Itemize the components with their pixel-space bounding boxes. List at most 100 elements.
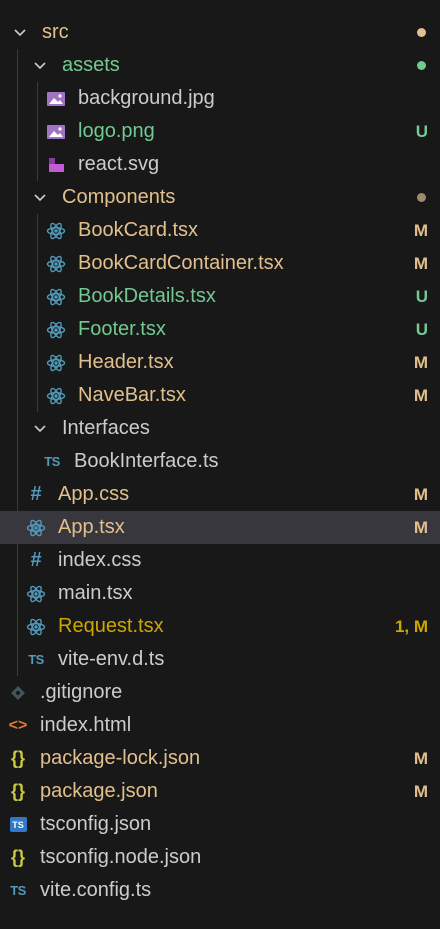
react-icon: [24, 615, 48, 639]
file-background-jpg[interactable]: background.jpg: [0, 82, 440, 115]
git-status-badge: M: [413, 352, 428, 372]
indent-guide: [17, 148, 18, 181]
file-index-html[interactable]: <> index.html: [0, 709, 440, 742]
file-react-svg[interactable]: react.svg: [0, 148, 440, 181]
folder-label: src: [42, 21, 69, 43]
indent-guide: [17, 280, 18, 313]
chevron-down-icon: [28, 417, 52, 441]
chevron-down-icon: [28, 186, 52, 210]
indent-guide: [17, 49, 18, 82]
git-status-badge: M: [413, 748, 428, 768]
file-label: Header.tsx: [78, 351, 174, 373]
file-index-css[interactable]: # index.css: [0, 544, 440, 577]
indent-guide: [17, 643, 18, 676]
file-label: .gitignore: [40, 681, 123, 703]
file-navebar-tsx[interactable]: NaveBar.tsx M: [0, 379, 440, 412]
indent-guide: [37, 115, 38, 148]
react-icon: [44, 384, 68, 408]
file-label: vite-env.d.ts: [58, 648, 165, 670]
svg-file-icon: [44, 153, 68, 177]
git-status-badge: M: [413, 253, 428, 273]
indent-guide: [17, 214, 18, 247]
indent-guide: [17, 577, 18, 610]
indent-guide: [17, 544, 18, 577]
file-label: Footer.tsx: [78, 318, 166, 340]
file-label: BookCardContainer.tsx: [78, 252, 284, 274]
react-icon: [44, 252, 68, 276]
tsconfig-icon: TS: [6, 813, 30, 837]
react-icon: [44, 351, 68, 375]
folder-components[interactable]: Components: [0, 181, 440, 214]
file-app-tsx[interactable]: App.tsx M: [0, 511, 440, 544]
indent-guide: [17, 610, 18, 643]
file-label: App.css: [58, 483, 130, 505]
git-status-badge: U: [415, 121, 428, 141]
chevron-down-icon: [28, 54, 52, 78]
folder-assets[interactable]: assets: [0, 49, 440, 82]
git-status-badge: M: [413, 517, 428, 537]
file-label: package-lock.json: [40, 747, 201, 769]
json-icon: {}: [10, 748, 25, 768]
folder-src[interactable]: src: [0, 16, 440, 49]
git-status-badge: U: [415, 319, 428, 339]
file-footer-tsx[interactable]: Footer.tsx U: [0, 313, 440, 346]
image-file-icon: [44, 87, 68, 111]
file-gitignore[interactable]: .gitignore: [0, 676, 440, 709]
file-label: NaveBar.tsx: [78, 384, 186, 406]
indent-guide: [37, 214, 38, 247]
modified-dot: [417, 193, 426, 202]
git-status-badge: U: [415, 286, 428, 306]
indent-guide: [17, 478, 18, 511]
react-icon: [24, 582, 48, 606]
indent-guide: [37, 379, 38, 412]
indent-guide: [17, 181, 18, 214]
file-label: vite.config.ts: [40, 879, 152, 901]
file-label: main.tsx: [58, 582, 133, 604]
file-label: react.svg: [78, 153, 160, 175]
react-icon: [44, 318, 68, 342]
file-logo-png[interactable]: logo.png U: [0, 115, 440, 148]
file-label: package.json: [40, 780, 158, 802]
json-icon: {}: [10, 781, 25, 801]
typescript-icon: TS: [28, 652, 44, 667]
file-bookcardcontainer-tsx[interactable]: BookCardContainer.tsx M: [0, 247, 440, 280]
image-file-icon: [44, 120, 68, 144]
git-status-badge: M: [413, 484, 428, 504]
folder-label: assets: [62, 54, 120, 76]
indent-guide: [37, 247, 38, 280]
file-package-json[interactable]: {} package.json M: [0, 775, 440, 808]
file-tsconfig-node-json[interactable]: {} tsconfig.node.json: [0, 841, 440, 874]
git-status-badge: 1, M: [394, 616, 428, 636]
indent-guide: [17, 346, 18, 379]
file-label: logo.png: [78, 120, 155, 142]
indent-guide: [17, 379, 18, 412]
typescript-icon: TS: [44, 454, 60, 469]
file-header-tsx[interactable]: Header.tsx M: [0, 346, 440, 379]
git-status-badge: M: [413, 781, 428, 801]
folder-label: Interfaces: [62, 417, 150, 439]
file-main-tsx[interactable]: main.tsx: [0, 577, 440, 610]
file-bookcard-tsx[interactable]: BookCard.tsx M: [0, 214, 440, 247]
file-bookdetails-tsx[interactable]: BookDetails.tsx U: [0, 280, 440, 313]
file-bookinterface-ts[interactable]: TS BookInterface.ts: [0, 445, 440, 478]
file-package-lock-json[interactable]: {} package-lock.json M: [0, 742, 440, 775]
file-request-tsx[interactable]: Request.tsx 1, M: [0, 610, 440, 643]
css-hash-icon: #: [30, 549, 42, 571]
folder-interfaces[interactable]: Interfaces: [0, 412, 440, 445]
file-label: tsconfig.json: [40, 813, 152, 835]
indent-guide: [37, 148, 38, 181]
typescript-icon: TS: [10, 883, 26, 898]
file-label: BookDetails.tsx: [78, 285, 216, 307]
indent-guide: [37, 313, 38, 346]
react-icon: [44, 285, 68, 309]
file-app-css[interactable]: # App.css M: [0, 478, 440, 511]
file-vite-config-ts[interactable]: TS vite.config.ts: [0, 874, 440, 907]
modified-dot: [417, 28, 426, 37]
file-label: App.tsx: [58, 516, 125, 538]
indent-guide: [17, 412, 18, 445]
file-vite-env-d-ts[interactable]: TS vite-env.d.ts: [0, 643, 440, 676]
file-label: BookCard.tsx: [78, 219, 199, 241]
untracked-dot: [417, 61, 426, 70]
git-status-badge: M: [413, 220, 428, 240]
file-tsconfig-json[interactable]: TS tsconfig.json: [0, 808, 440, 841]
